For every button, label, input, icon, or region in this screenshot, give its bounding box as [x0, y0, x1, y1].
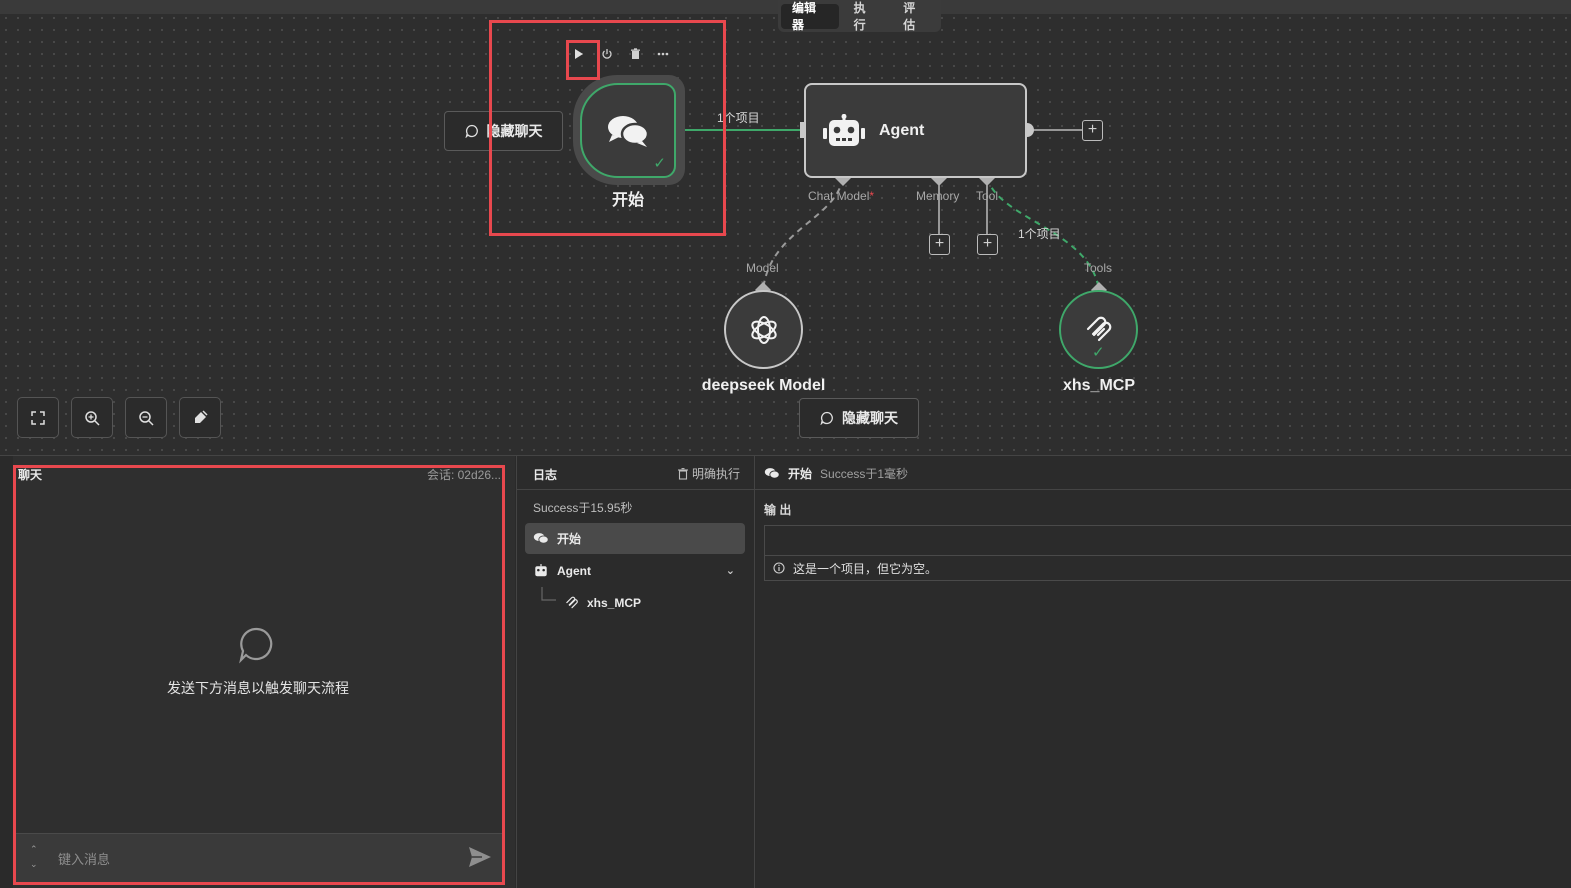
chat-empty-message: 发送下方消息以触发聊天流程: [167, 680, 349, 696]
add-tool-button[interactable]: +: [977, 234, 998, 255]
agent-node[interactable]: Agent: [804, 83, 1027, 178]
zoom-in-button[interactable]: [71, 397, 113, 438]
fullscreen-icon: [31, 410, 45, 425]
hide-chat-button-bottom[interactable]: 隐藏聊天: [799, 398, 919, 438]
log-title: 日志: [533, 468, 558, 482]
chat-empty-icon: [239, 627, 273, 664]
history-stepper[interactable]: ⌃ ⌄: [30, 842, 38, 872]
more-icon[interactable]: [656, 47, 670, 61]
hide-chat-button[interactable]: 隐藏聊天: [444, 111, 563, 151]
output-node-name: 开始: [788, 467, 813, 481]
chat-panel: 聊天 会话: 02d26... 发送下方消息以触发聊天流程 ⌃ ⌄: [13, 456, 515, 888]
trash-icon: [677, 467, 688, 480]
tidy-up-button[interactable]: [179, 397, 221, 438]
output-status: Success于1毫秒: [820, 467, 909, 481]
port-label-model: Model: [746, 261, 779, 275]
output-header: 开始 Success于1毫秒: [764, 465, 908, 482]
chat-bubble-icon: [820, 411, 833, 425]
log-item-label: 开始: [557, 532, 582, 546]
port-label-tool: Tool: [976, 189, 999, 203]
log-item-xhs-mcp[interactable]: xhs_MCP: [557, 587, 745, 618]
deepseek-model-node[interactable]: [724, 290, 803, 369]
broom-icon: [195, 409, 208, 423]
output-section-label: 输 出: [764, 503, 792, 517]
chat-bubbles-icon: [533, 533, 549, 544]
clear-execution-label: 明确执行: [691, 467, 740, 481]
required-mark: *: [869, 189, 875, 203]
mcp-icon: [566, 596, 578, 608]
fit-view-button[interactable]: [17, 397, 59, 438]
add-memory-button[interactable]: +: [929, 234, 950, 255]
log-item-agent[interactable]: Agent ⌄: [525, 555, 745, 586]
port-label-tools: Tools: [1084, 261, 1113, 275]
mcp-icon: [1086, 316, 1111, 341]
edge-label-start-agent: 1个项目: [717, 111, 760, 125]
bottom-panels: 聊天 会话: 02d26... 发送下方消息以触发聊天流程 ⌃⌄ 日志 明确执行: [0, 455, 1571, 888]
chat-title: 聊天: [18, 468, 43, 482]
chevron-down-icon[interactable]: ⌄: [726, 564, 735, 577]
clear-execution-button[interactable]: 明确执行: [677, 465, 740, 482]
log-item-start[interactable]: 开始: [525, 523, 745, 554]
hide-chat-label-bottom: 隐藏聊天: [842, 410, 898, 426]
tool-node-title: xhs_MCP: [1062, 377, 1136, 394]
tool-success-check-icon: ✓: [1092, 344, 1105, 361]
output-table-header: [764, 525, 1571, 555]
info-icon: [773, 562, 785, 574]
output-empty-row: 这是一个项目，但它为空。: [764, 555, 1571, 581]
power-icon[interactable]: [600, 47, 614, 61]
chat-model-label: Chat Model: [808, 189, 870, 203]
start-node[interactable]: ✓: [573, 75, 685, 185]
log-item-label: xhs_MCP: [587, 595, 642, 610]
zoom-out-icon: [139, 410, 154, 426]
chat-bubbles-icon: [608, 115, 650, 147]
agent-node-title: Agent: [879, 121, 925, 139]
port-label-chat-model: Chat Model*: [808, 189, 874, 203]
chat-input-bar: ⌃ ⌄: [16, 833, 502, 883]
log-status: Success于15.95秒: [533, 501, 633, 515]
success-check-icon: ✓: [653, 155, 666, 172]
chat-session-id: 会话: 02d26...: [426, 468, 501, 482]
openai-icon: [750, 315, 777, 344]
xhs-mcp-node[interactable]: ✓: [1059, 290, 1138, 369]
log-divider: [517, 489, 756, 490]
trash-icon[interactable]: [628, 47, 642, 61]
zoom-out-button[interactable]: [125, 397, 167, 438]
chat-bubbles-icon: [764, 468, 780, 479]
play-icon[interactable]: [572, 47, 586, 61]
port-label-memory: Memory: [916, 189, 960, 203]
output-divider: [756, 489, 1571, 490]
robot-icon: [535, 564, 547, 577]
log-panel: 日志 明确执行 Success于15.95秒 开始 Agent ⌄ xhs_MC…: [516, 456, 756, 888]
output-panel: 开始 Success于1毫秒 输 出 这是一个项目，但它为空。: [756, 456, 1571, 888]
tree-connector: [541, 587, 556, 601]
chat-bubble-icon: [464, 124, 478, 138]
model-node-title: deepseek Model: [701, 377, 826, 394]
chat-message-input[interactable]: [58, 846, 438, 872]
start-node-body: ✓: [580, 83, 676, 178]
hide-chat-label: 隐藏聊天: [486, 123, 543, 139]
log-item-label: Agent: [557, 563, 591, 578]
workflow-canvas[interactable]: 编辑器 执行 评估 1个项目 1个项目 隐藏聊天 ✓ 开始 Agent + Ch…: [0, 0, 1571, 455]
output-empty-message: 这是一个项目，但它为空。: [793, 561, 938, 576]
start-node-toolbar: [572, 47, 670, 61]
agent-add-next-button[interactable]: +: [1082, 120, 1103, 141]
send-icon[interactable]: [468, 846, 492, 868]
start-node-title: 开始: [611, 192, 644, 209]
workflow-editor: 编辑器 执行 评估 1个项目 1个项目 隐藏聊天 ✓ 开始 Agent + Ch…: [0, 0, 1571, 888]
robot-icon: [823, 113, 865, 146]
edge-label-tool: 1个项目: [1018, 227, 1061, 241]
zoom-in-icon: [85, 410, 100, 426]
